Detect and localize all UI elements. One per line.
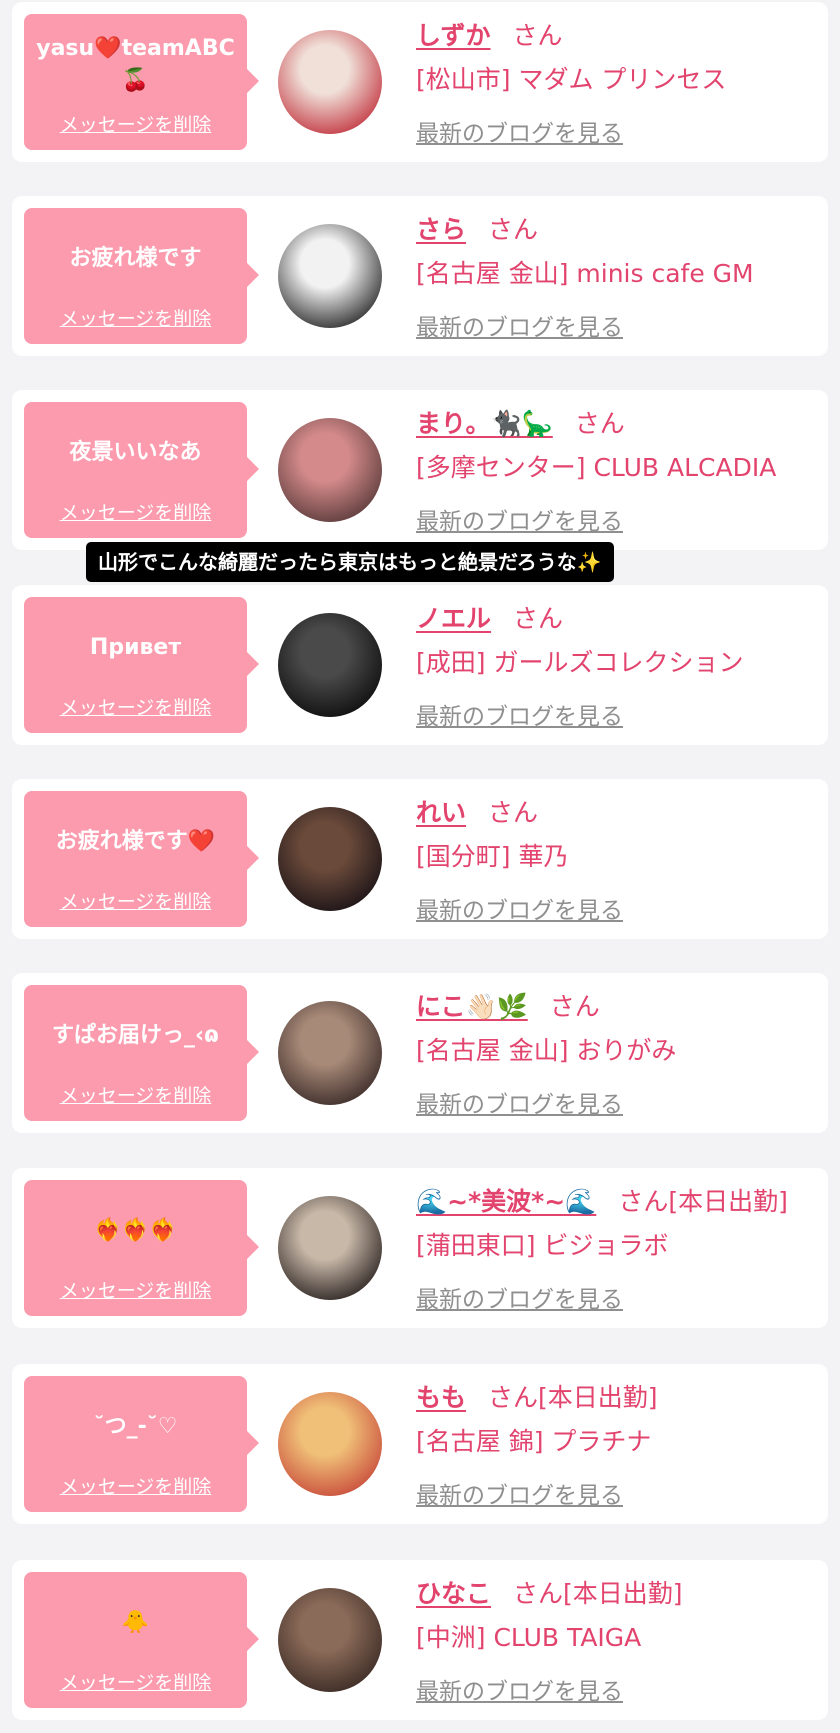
name-line: もも さん[本日出勤] bbox=[416, 1378, 658, 1414]
latest-blog-link[interactable]: 最新のブログを見る bbox=[416, 1476, 623, 1510]
latest-blog-link[interactable]: 最新のブログを見る bbox=[416, 308, 623, 342]
cast-name-link[interactable]: れい bbox=[416, 798, 466, 827]
avatar[interactable] bbox=[278, 807, 382, 911]
shop-label: [成田] ガールズコレクション bbox=[416, 648, 744, 677]
latest-blog-link[interactable]: 最新のブログを見る bbox=[416, 1280, 623, 1314]
message-text: 夜景いいなあ bbox=[69, 440, 202, 465]
avatar[interactable] bbox=[278, 1196, 382, 1300]
message-bubble: 🐥 メッセージを削除 bbox=[24, 1572, 259, 1708]
shop-label: [多摩センター] CLUB ALCADIA bbox=[416, 453, 777, 482]
delete-message-link[interactable]: メッセージを削除 bbox=[24, 1081, 247, 1108]
avatar[interactable] bbox=[278, 1588, 382, 1692]
message-bubble: yasu❤️teamABC🍒 メッセージを削除 bbox=[24, 14, 259, 150]
avatar[interactable] bbox=[278, 30, 382, 134]
shop-label: [名古屋 金山] minis cafe GM bbox=[416, 259, 754, 288]
message-text: すぱお届けっ_‹ɷ bbox=[51, 1023, 220, 1048]
shop-label: [蒲田東口] ビジョラボ bbox=[416, 1231, 669, 1260]
message-text: Привет bbox=[89, 635, 182, 660]
message-card: ˘つ_-˘♡ メッセージを削除 もも さん[本日出勤] [名古屋 錦] プラチナ最新のブ… bbox=[12, 1364, 828, 1524]
message-text: ❤️‍🔥❤️‍🔥❤️‍🔥 bbox=[94, 1218, 177, 1243]
name-line: さら さん bbox=[416, 210, 538, 246]
cast-name-link[interactable]: まり。🐈‍⬛🦕 bbox=[416, 409, 553, 438]
message-card: 🐥 メッセージを削除 ひなこ さん[本日出勤] [中洲] CLUB TAIGA 最新のブロ… bbox=[12, 1560, 828, 1720]
message-text: ˘つ_-˘♡ bbox=[93, 1414, 178, 1439]
message-bubble: Привет メッセージを削除 bbox=[24, 597, 259, 733]
name-line: れい さん bbox=[416, 793, 538, 829]
shop-label: [国分町] 華乃 bbox=[416, 842, 569, 871]
message-card: お疲れ様です❤️ メッセージを削除 れい さん [国分町] 華乃最新のブログを見る bbox=[12, 779, 828, 939]
name-line: ひなこ さん[本日出勤] bbox=[416, 1574, 683, 1610]
delete-message-link[interactable]: メッセージを削除 bbox=[24, 304, 247, 331]
honorific-label: さん[本日出勤] bbox=[513, 1579, 683, 1608]
name-line: 🌊~*美波*~🌊 さん[本日出勤] bbox=[416, 1182, 788, 1218]
message-bubble: 夜景いいなあメッセージを削除 bbox=[24, 402, 259, 538]
delete-message-link[interactable]: メッセージを削除 bbox=[24, 693, 247, 720]
honorific-label: さん bbox=[574, 409, 625, 438]
delete-message-link[interactable]: メッセージを削除 bbox=[24, 110, 247, 137]
message-bubble: すぱお届けっ_‹ɷ メッセージを削除 bbox=[24, 985, 259, 1121]
honorific-label: さん bbox=[488, 798, 539, 827]
latest-blog-link[interactable]: 最新のブログを見る bbox=[416, 697, 623, 731]
message-bubble: ❤️‍🔥❤️‍🔥❤️‍🔥 メッセージを削除 bbox=[24, 1180, 259, 1316]
delete-message-link[interactable]: メッセージを削除 bbox=[24, 1472, 247, 1499]
message-text: yasu❤️teamABC🍒 bbox=[36, 36, 235, 93]
comment-overlay: 山形でこんな綺麗だったら東京はもっと絶景だろうな✨ bbox=[86, 542, 614, 582]
latest-blog-link[interactable]: 最新のブログを見る bbox=[416, 1085, 623, 1119]
name-line: しずか さん bbox=[416, 16, 563, 52]
honorific-label: さん bbox=[549, 992, 600, 1021]
delete-message-link[interactable]: メッセージを削除 bbox=[24, 1668, 247, 1695]
honorific-label: さん bbox=[513, 604, 564, 633]
honorific-label: さん bbox=[512, 21, 563, 50]
delete-message-link[interactable]: メッセージを削除 bbox=[24, 498, 247, 525]
cast-name-link[interactable]: さら bbox=[416, 215, 466, 244]
avatar[interactable] bbox=[278, 1001, 382, 1105]
message-text: お疲れ様です❤️ bbox=[55, 829, 216, 854]
shop-label: [名古屋 金山] おりがみ bbox=[416, 1036, 677, 1065]
latest-blog-link[interactable]: 最新のブログを見る bbox=[416, 114, 623, 148]
message-card: お疲れ様ですメッセージを削除 さら さん [名古屋 金山] minis cafe GM… bbox=[12, 196, 828, 356]
delete-message-link[interactable]: メッセージを削除 bbox=[24, 1276, 247, 1303]
avatar[interactable] bbox=[278, 1392, 382, 1496]
message-bubble: ˘つ_-˘♡ メッセージを削除 bbox=[24, 1376, 259, 1512]
name-line: まり。🐈‍⬛🦕 さん bbox=[416, 404, 625, 440]
honorific-label: さん[本日出勤] bbox=[618, 1187, 788, 1216]
avatar[interactable] bbox=[278, 613, 382, 717]
message-card: 夜景いいなあメッセージを削除 まり。🐈‍⬛🦕 さん [多摩センター] CLUB ALC… bbox=[12, 390, 828, 550]
message-card: Привет メッセージを削除 ノエル さん [成田] ガールズコレクション最新のブログ… bbox=[12, 585, 828, 745]
message-text: 🐥 bbox=[121, 1610, 150, 1635]
latest-blog-link[interactable]: 最新のブログを見る bbox=[416, 891, 623, 925]
message-card: ❤️‍🔥❤️‍🔥❤️‍🔥 メッセージを削除 🌊~*美波*~🌊 さん[本日出勤] [蒲田東… bbox=[12, 1168, 828, 1328]
cast-name-link[interactable]: ノエル bbox=[416, 604, 491, 633]
cast-name-link[interactable]: もも bbox=[416, 1383, 466, 1412]
message-card: yasu❤️teamABC🍒 メッセージを削除 しずか さん [松山市] マダム プリン… bbox=[12, 2, 828, 162]
name-line: ノエル さん bbox=[416, 599, 563, 635]
cast-name-link[interactable]: ひなこ bbox=[416, 1579, 491, 1608]
latest-blog-link[interactable]: 最新のブログを見る bbox=[416, 502, 623, 536]
honorific-label: さん bbox=[488, 215, 539, 244]
avatar[interactable] bbox=[278, 224, 382, 328]
cast-name-link[interactable]: にこ👋🏻🌿 bbox=[416, 992, 528, 1021]
message-card: すぱお届けっ_‹ɷ メッセージを削除 にこ👋🏻🌿 さん [名古屋 金山] おりがみ最新の… bbox=[12, 973, 828, 1133]
message-text: お疲れ様です bbox=[69, 246, 202, 271]
delete-message-link[interactable]: メッセージを削除 bbox=[24, 887, 247, 914]
cast-name-link[interactable]: しずか bbox=[416, 21, 491, 50]
message-bubble: お疲れ様ですメッセージを削除 bbox=[24, 208, 259, 344]
latest-blog-link[interactable]: 最新のブログを見る bbox=[416, 1672, 623, 1706]
honorific-label: さん[本日出勤] bbox=[488, 1383, 658, 1412]
shop-label: [松山市] マダム プリンセス bbox=[416, 65, 727, 94]
avatar[interactable] bbox=[278, 418, 382, 522]
name-line: にこ👋🏻🌿 さん bbox=[416, 987, 600, 1023]
cast-name-link[interactable]: 🌊~*美波*~🌊 bbox=[416, 1187, 596, 1216]
shop-label: [名古屋 錦] プラチナ bbox=[416, 1427, 652, 1456]
message-bubble: お疲れ様です❤️ メッセージを削除 bbox=[24, 791, 259, 927]
message-list: yasu❤️teamABC🍒 メッセージを削除 しずか さん [松山市] マダム プリン… bbox=[0, 0, 840, 1733]
shop-label: [中洲] CLUB TAIGA bbox=[416, 1623, 642, 1652]
